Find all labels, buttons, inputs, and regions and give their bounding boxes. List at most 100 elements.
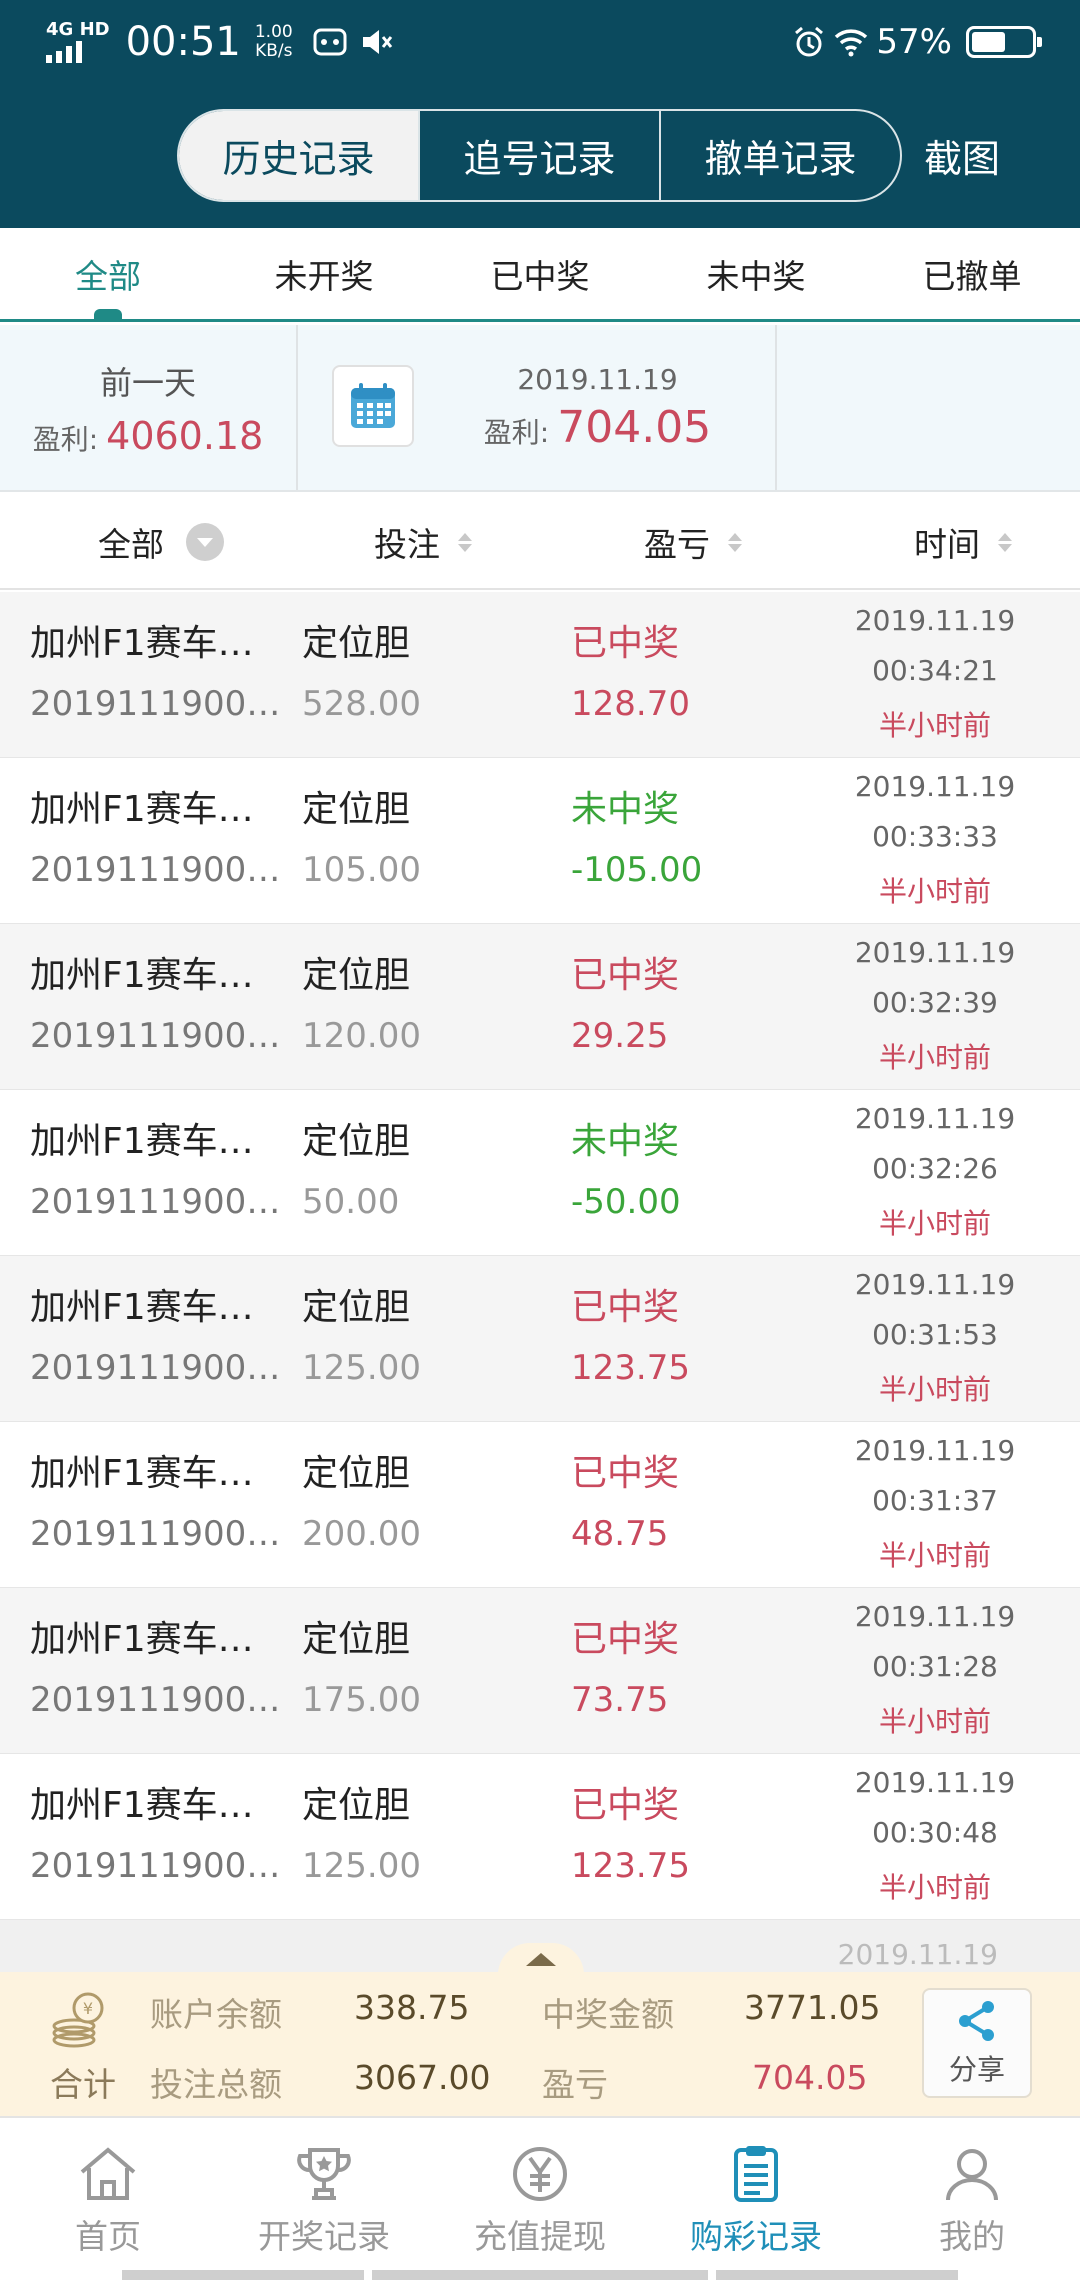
mute-icon — [362, 30, 392, 54]
record-row[interactable]: 加州F1赛车… 2019111900… 定位胆 125.00 已中奖 123.75 2019… — [0, 1754, 1080, 1920]
speed-unit: KB/s — [255, 41, 293, 61]
profit-loss: 29.25 — [571, 1016, 669, 1056]
home-icon — [80, 2147, 136, 2200]
record-time: 00:34:21 — [872, 654, 998, 687]
bet-type: 定位胆 — [302, 1453, 411, 1494]
filter-tab-cancelled[interactable]: 已撤单 — [864, 228, 1080, 319]
current-day: 2019.11.19 盈利: 704.05 — [300, 325, 777, 490]
prev-day-button[interactable]: 前一天 盈利: 4060.18 — [0, 325, 298, 490]
relative-time: 半小时前 — [878, 1373, 991, 1406]
nav-draw-results[interactable]: 开奖记录 — [216, 2118, 432, 2280]
relative-time: 半小时前 — [878, 1041, 991, 1074]
tab-cancel[interactable]: 撤单记录 — [659, 111, 900, 200]
bet-type: 定位胆 — [302, 623, 411, 664]
record-row[interactable]: 加州F1赛车… 2019111900… 定位胆 105.00 未中奖 -105.00 201… — [0, 758, 1080, 924]
column-time-sort[interactable]: 时间 — [914, 494, 1012, 590]
network-speed: 1.00 KB/s — [255, 23, 293, 61]
issue-number: 2019111900… — [30, 1514, 281, 1554]
calendar-button[interactable] — [332, 365, 414, 447]
column-all-label: 全部 — [98, 525, 164, 564]
relative-time: 半小时前 — [878, 1539, 991, 1572]
record-time: 00:33:33 — [872, 820, 998, 853]
vivo-app-icon — [313, 28, 347, 56]
record-date: 2019.11.19 — [854, 1766, 1016, 1799]
prev-profit-label: 盈利: — [32, 422, 99, 456]
record-row[interactable]: 加州F1赛车… 2019111900… 定位胆 528.00 已中奖 128.70 2019… — [0, 592, 1080, 758]
record-row[interactable]: 加州F1赛车… 2019111900… 定位胆 50.00 未中奖 -50.00 2019.… — [0, 1090, 1080, 1256]
record-row[interactable]: 加州F1赛车… 2019111900… 定位胆 125.00 已中奖 123.75 2019… — [0, 1256, 1080, 1422]
prev-day-label: 前一天 — [99, 363, 196, 402]
record-row[interactable]: 加州F1赛车… 2019111900… 定位胆 175.00 已中奖 73.75 2019.… — [0, 1588, 1080, 1754]
filter-tab-lost[interactable]: 未中奖 — [648, 228, 864, 319]
relative-time: 半小时前 — [878, 1705, 991, 1738]
chevron-down-icon — [186, 523, 224, 561]
filter-tab-pending[interactable]: 未开奖 — [216, 228, 432, 319]
pl-label: 盈亏 — [542, 2065, 608, 2104]
issue-number: 2019111900… — [30, 1680, 281, 1720]
profit-loss: 123.75 — [571, 1348, 690, 1388]
filter-tab-all[interactable]: 全部 — [0, 228, 216, 319]
record-row[interactable]: 加州F1赛车… 2019111900… 定位胆 200.00 已中奖 48.75 2019.… — [0, 1422, 1080, 1588]
gesture-bar-right — [716, 2270, 958, 2280]
record-time: 00:31:37 — [872, 1484, 998, 1517]
peek-date: 2019.11.19 — [837, 1938, 998, 1971]
lottery-name: 加州F1赛车… — [30, 1785, 254, 1826]
issue-number: 2019111900… — [30, 1846, 281, 1886]
record-type-tabs: 历史记录 追号记录 撤单记录 — [177, 109, 902, 202]
column-bet-label: 投注 — [374, 525, 440, 564]
wifi-icon — [835, 29, 868, 57]
record-date: 2019.11.19 — [854, 1600, 1016, 1633]
nav-profile[interactable]: 我的 — [864, 2118, 1080, 2280]
nav-home[interactable]: 首页 — [0, 2118, 216, 2280]
tab-history[interactable]: 历史记录 — [179, 111, 418, 200]
lottery-name: 加州F1赛车… — [30, 1121, 254, 1162]
result-status: 未中奖 — [571, 789, 680, 830]
bet-type: 定位胆 — [302, 1785, 411, 1826]
issue-number: 2019111900… — [30, 850, 281, 890]
relative-time: 半小时前 — [878, 1207, 991, 1240]
record-time: 00:31:28 — [872, 1650, 998, 1683]
result-status: 未中奖 — [571, 1121, 680, 1162]
bet-total-value: 3067.00 — [354, 2058, 491, 2097]
alarm-icon — [795, 26, 824, 57]
issue-number: 2019111900… — [30, 1182, 281, 1222]
current-profit-label: 盈利: — [483, 415, 550, 449]
gesture-bar-center — [372, 2270, 708, 2280]
column-pl-sort[interactable]: 盈亏 — [644, 494, 742, 590]
record-time: 00:31:53 — [872, 1318, 998, 1351]
column-all-dropdown[interactable]: 全部 — [98, 494, 224, 590]
nav-deposit-withdraw[interactable]: 充值提现 — [432, 2118, 648, 2280]
nav-draw-results-label: 开奖记录 — [258, 2217, 390, 2256]
tab-chase[interactable]: 追号记录 — [418, 111, 659, 200]
prev-profit-value: 4060.18 — [106, 413, 264, 458]
nav-bet-records[interactable]: 购彩记录 — [648, 2118, 864, 2280]
speed-value: 1.00 — [254, 22, 293, 42]
totals-bar: ¥ 合计 账户余额 338.75 中奖金额 3771.05 投注总额 3067.… — [0, 1972, 1080, 2116]
bet-type: 定位胆 — [302, 955, 411, 996]
lottery-name: 加州F1赛车… — [30, 955, 254, 996]
share-button[interactable]: 分享 — [922, 1988, 1032, 2098]
result-status: 已中奖 — [571, 1287, 680, 1328]
record-date: 2019.11.19 — [854, 770, 1016, 803]
filter-tab-won[interactable]: 已中奖 — [432, 228, 648, 319]
svg-text:¥: ¥ — [83, 1999, 93, 2018]
gesture-bar-left — [122, 2270, 364, 2280]
current-date: 2019.11.19 — [517, 362, 678, 396]
bet-type: 定位胆 — [302, 1619, 411, 1660]
prize-label: 中奖金额 — [542, 1995, 674, 2034]
record-row[interactable]: 加州F1赛车… 2019111900… 定位胆 120.00 已中奖 29.25 2019.… — [0, 924, 1080, 1090]
result-status: 已中奖 — [571, 1785, 680, 1826]
balance-label: 账户余额 — [150, 1995, 282, 2034]
bet-amount: 50.00 — [302, 1182, 400, 1222]
result-status: 已中奖 — [571, 955, 680, 996]
yuan-icon — [513, 2147, 567, 2201]
sort-icon — [998, 532, 1012, 552]
nav-bet-records-label: 购彩记录 — [690, 2217, 822, 2256]
screenshot-button[interactable]: 截图 — [924, 109, 1000, 202]
bet-type: 定位胆 — [302, 1287, 411, 1328]
lottery-name: 加州F1赛车… — [30, 1287, 254, 1328]
status-left: 4G HD 00:51 1.00 KB/s — [46, 14, 405, 70]
battery-text: 57% — [876, 22, 952, 62]
clipboard-icon — [734, 2146, 778, 2202]
column-bet-sort[interactable]: 投注 — [374, 494, 472, 590]
